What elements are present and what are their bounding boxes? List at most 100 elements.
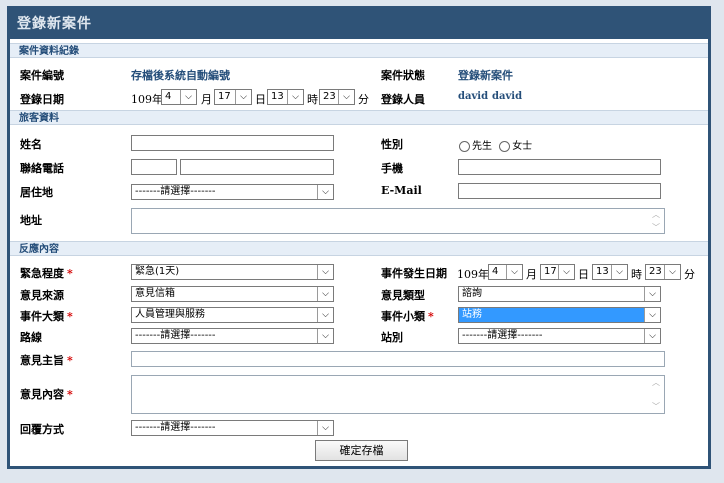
event-date-label: 事件發生日期 bbox=[381, 267, 447, 280]
subject-input[interactable] bbox=[131, 351, 665, 367]
gender-male-label: 先生 bbox=[472, 141, 492, 152]
residence-select[interactable]: -------請選擇------- ⌵ bbox=[131, 184, 334, 200]
required-mark: * bbox=[67, 267, 73, 280]
urgency-label-text: 緊急程度 bbox=[20, 267, 64, 280]
case-no-label: 案件編號 bbox=[20, 69, 64, 82]
form-window: 登錄新案件 案件資料紀錄 案件編號 存檔後系統自動編號 案件狀態 登錄新案件 登… bbox=[7, 6, 711, 469]
required-mark: * bbox=[67, 354, 73, 367]
category-select[interactable]: 人員管理與服務 ⌵ bbox=[131, 307, 334, 323]
registrar-label: 登錄人員 bbox=[381, 93, 425, 106]
station-value: -------請選擇------- bbox=[462, 330, 543, 341]
email-input[interactable] bbox=[458, 183, 661, 199]
opinion-type-label: 意見類型 bbox=[381, 289, 425, 302]
chevron-down-icon: ⌵ bbox=[644, 329, 660, 343]
hour-unit: 時 bbox=[307, 93, 318, 106]
station-select[interactable]: -------請選擇------- ⌵ bbox=[458, 328, 661, 344]
required-mark: * bbox=[428, 310, 434, 323]
register-date-label: 登錄日期 bbox=[20, 93, 64, 106]
register-month-select[interactable]: 4 ⌵ bbox=[161, 89, 197, 105]
category-value: 人員管理與服務 bbox=[135, 309, 205, 320]
name-label: 姓名 bbox=[20, 138, 42, 151]
chevron-down-icon: ⌵ bbox=[317, 287, 333, 301]
event-day-unit: 日 bbox=[578, 268, 589, 281]
chevron-down-icon: ⌵ bbox=[317, 421, 333, 435]
urgency-value: 緊急(1天) bbox=[135, 266, 180, 277]
required-mark: * bbox=[67, 310, 73, 323]
chevron-down-icon: ⌵ bbox=[235, 90, 251, 104]
phone-label: 聯絡電話 bbox=[20, 162, 64, 175]
chevron-down-icon: ⌵ bbox=[317, 308, 333, 322]
source-value: 意見信箱 bbox=[135, 288, 175, 299]
event-day-select[interactable]: 17 ⌵ bbox=[540, 264, 575, 280]
event-minute-select[interactable]: 23 ⌵ bbox=[645, 264, 681, 280]
scroll-up-icon: ︿ bbox=[652, 210, 660, 219]
chevron-down-icon: ⌵ bbox=[664, 265, 680, 279]
phone-area-input[interactable] bbox=[131, 159, 177, 175]
window-title: 登錄新案件 bbox=[10, 9, 708, 39]
minute-unit: 分 bbox=[358, 93, 369, 106]
category-label-text: 事件大類 bbox=[20, 310, 64, 323]
gender-female-label: 女士 bbox=[512, 141, 533, 152]
opinion-type-value: 諮詢 bbox=[462, 288, 482, 299]
source-select[interactable]: 意見信箱 ⌵ bbox=[131, 286, 334, 302]
station-label: 站別 bbox=[381, 331, 403, 344]
subcategory-label-text: 事件小類 bbox=[381, 310, 425, 323]
chevron-down-icon: ⌵ bbox=[611, 265, 627, 279]
urgency-select[interactable]: 緊急(1天) ⌵ bbox=[131, 264, 334, 280]
chevron-down-icon: ⌵ bbox=[506, 265, 522, 279]
event-day-value: 17 bbox=[544, 266, 557, 277]
gender-options: 先生 女士 bbox=[459, 137, 532, 152]
subject-label-text: 意見主旨 bbox=[20, 354, 64, 367]
source-label: 意見來源 bbox=[20, 289, 64, 302]
reply-select[interactable]: -------請選擇------- ⌵ bbox=[131, 420, 334, 436]
register-day-select[interactable]: 17 ⌵ bbox=[214, 89, 252, 105]
content-label-text: 意見內容 bbox=[20, 388, 64, 401]
mobile-input[interactable] bbox=[458, 159, 661, 175]
event-hour-select[interactable]: 13 ⌵ bbox=[592, 264, 628, 280]
address-label: 地址 bbox=[20, 214, 42, 227]
subcategory-label: 事件小類 * bbox=[381, 308, 434, 324]
register-minute-select[interactable]: 23 ⌵ bbox=[319, 89, 355, 105]
register-day-value: 17 bbox=[218, 91, 231, 102]
event-hour-value: 13 bbox=[596, 266, 609, 277]
opinion-type-select[interactable]: 諮詢 ⌵ bbox=[458, 286, 661, 302]
gender-female-radio[interactable] bbox=[499, 140, 511, 152]
address-scrollbar[interactable]: ︿ ﹀ bbox=[650, 209, 664, 233]
content-scrollbar[interactable]: ︿ ﹀ bbox=[650, 376, 664, 413]
event-hour-unit: 時 bbox=[631, 268, 642, 281]
register-month-value: 4 bbox=[165, 91, 172, 102]
content-textarea[interactable]: ︿ ﹀ bbox=[131, 375, 665, 414]
address-textarea[interactable]: ︿ ﹀ bbox=[131, 208, 665, 234]
chevron-down-icon: ⌵ bbox=[317, 185, 333, 199]
route-value: -------請選擇------- bbox=[135, 330, 216, 341]
section-case-record: 案件資料紀錄 bbox=[10, 43, 708, 58]
case-status-label: 案件狀態 bbox=[381, 69, 425, 82]
chevron-down-icon: ⌵ bbox=[317, 329, 333, 343]
category-label: 事件大類 * bbox=[20, 308, 73, 324]
name-input[interactable] bbox=[131, 135, 334, 151]
event-month-value: 4 bbox=[492, 266, 499, 277]
subcategory-value: 站務 bbox=[462, 309, 482, 320]
register-hour-select[interactable]: 13 ⌵ bbox=[267, 89, 304, 105]
mobile-label: 手機 bbox=[381, 162, 403, 175]
phone-number-input[interactable] bbox=[180, 159, 334, 175]
route-label: 路線 bbox=[20, 331, 42, 344]
subcategory-select[interactable]: 站務 ⌵ bbox=[458, 307, 661, 323]
gender-male-radio[interactable] bbox=[459, 140, 470, 152]
register-hour-value: 13 bbox=[271, 91, 284, 102]
case-status-value: 登錄新案件 bbox=[458, 69, 513, 82]
chevron-down-icon: ⌵ bbox=[338, 90, 354, 104]
chevron-down-icon: ⌵ bbox=[558, 265, 574, 279]
event-minute-unit: 分 bbox=[684, 268, 695, 281]
register-year: 109年 bbox=[131, 93, 163, 106]
case-no-value: 存檔後系統自動編號 bbox=[131, 69, 230, 82]
day-unit: 日 bbox=[255, 93, 266, 106]
content-label: 意見內容 * bbox=[20, 386, 73, 402]
residence-label: 居住地 bbox=[20, 186, 53, 199]
event-month-select[interactable]: 4 ⌵ bbox=[488, 264, 523, 280]
chevron-down-icon: ⌵ bbox=[644, 308, 660, 322]
route-select[interactable]: -------請選擇------- ⌵ bbox=[131, 328, 334, 344]
save-button[interactable]: 確定存檔 bbox=[315, 440, 408, 461]
email-label: E-Mail bbox=[381, 184, 422, 197]
chevron-down-icon: ⌵ bbox=[180, 90, 196, 104]
